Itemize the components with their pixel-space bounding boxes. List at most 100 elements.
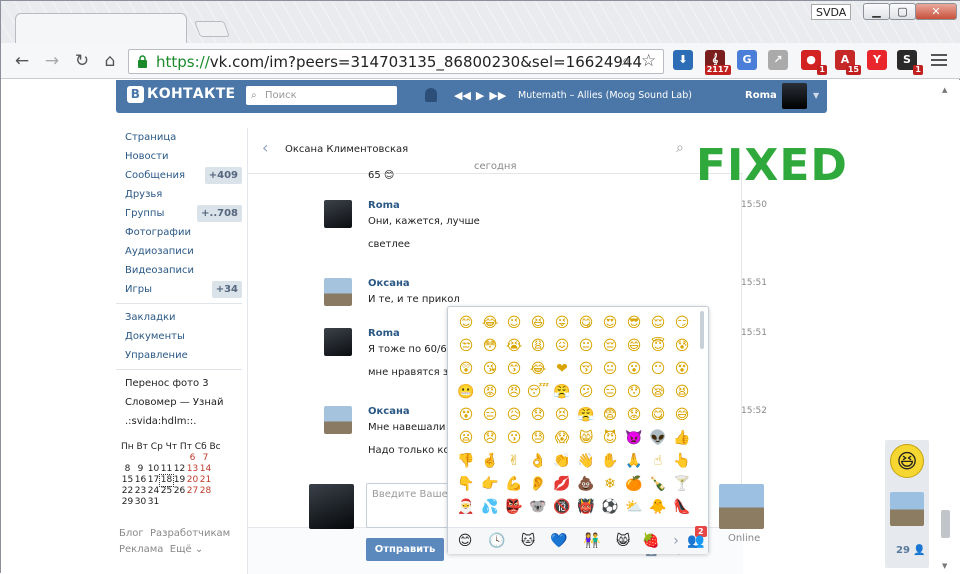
emoji-button[interactable]: 😇 (646, 335, 670, 358)
emoji-category-tab[interactable]: 🐱 (518, 531, 538, 551)
emoji-button[interactable]: 👂 (526, 473, 550, 496)
menu-icon[interactable] (931, 51, 947, 67)
dock-online-count[interactable]: 29 👤 (896, 545, 926, 556)
emoji-category-tab[interactable]: 🍓 (641, 531, 661, 551)
emoji-button[interactable]: 😐 (574, 335, 598, 358)
emoji-button[interactable]: 😜 (550, 312, 574, 335)
emoji-button[interactable]: ✌ (502, 450, 526, 473)
emoji-button[interactable]: 😪 (646, 381, 670, 404)
message-author[interactable]: Roma (368, 328, 400, 339)
avatar[interactable] (782, 83, 807, 109)
emoji-button[interactable]: 😅 (670, 404, 694, 427)
new-tab-button[interactable] (194, 21, 230, 37)
sidebar-item[interactable]: Закладки (116, 308, 242, 327)
emoji-button[interactable]: 😑 (598, 381, 622, 404)
emoji-button[interactable]: 😨 (598, 404, 622, 427)
emoji-button[interactable]: 😶 (646, 358, 670, 381)
emoji-button[interactable]: 😭 (502, 335, 526, 358)
back-arrow-icon[interactable]: ← (11, 50, 33, 72)
forward-arrow-icon[interactable]: → (41, 50, 63, 72)
footer-link-dev[interactable]: Разработчикам (150, 528, 230, 539)
emoji-button[interactable]: 😴 (526, 381, 550, 404)
back-chevron-icon[interactable]: ‹ (262, 138, 268, 157)
emoji-button[interactable]: 👆 (670, 450, 694, 473)
emoji-button[interactable]: 😊 (454, 312, 478, 335)
emoji-button[interactable]: 👽 (646, 427, 670, 450)
calendar-day[interactable]: 6 (186, 453, 199, 464)
emoji-button[interactable]: 😔 (598, 335, 622, 358)
vk-search-input[interactable]: ⌕ Поиск (246, 86, 397, 105)
avatar[interactable] (324, 278, 352, 306)
emoji-button[interactable]: 😥 (502, 404, 526, 427)
user-name[interactable]: Roma (745, 90, 777, 101)
emoji-button[interactable]: 😘 (478, 358, 502, 381)
prev-track-icon[interactable]: ◀◀ (454, 89, 471, 102)
emoji-button[interactable]: 😏 (670, 312, 694, 335)
emoji-button[interactable]: 😤 (574, 404, 598, 427)
message-author[interactable]: Оксана (368, 406, 410, 417)
calendar-day[interactable]: 26 (173, 486, 186, 497)
sidebar-item[interactable]: Игры +34 (116, 280, 242, 299)
calendar-day[interactable]: 24 (147, 486, 160, 497)
calendar-day[interactable]: 31 (147, 497, 160, 508)
emoji-button[interactable]: 😎 (622, 312, 646, 335)
calendar-day[interactable]: 29 (121, 497, 134, 508)
emoji-button[interactable]: 😵 (670, 358, 694, 381)
calendar-day[interactable]: 22 (121, 486, 134, 497)
emoji-category-tab[interactable]: › (666, 531, 686, 551)
emoji-button[interactable]: 😳 (478, 335, 502, 358)
emoji-button[interactable]: 😯 (622, 381, 646, 404)
emoji-button[interactable]: 😐 (598, 358, 622, 381)
calendar-day[interactable]: 14 (199, 464, 212, 475)
send-button[interactable]: Отправить (366, 538, 444, 561)
scroll-up-icon[interactable]: ▲ (942, 86, 947, 94)
calendar-day[interactable]: 20 (186, 475, 199, 486)
emoji-button[interactable]: 😂 (526, 358, 550, 381)
emoji-button[interactable]: 🍸 (670, 473, 694, 496)
emoji-button[interactable]: 😰 (670, 335, 694, 358)
emoji-button[interactable]: 😍 (598, 312, 622, 335)
search-icon[interactable]: ⌕ (622, 53, 630, 69)
emoji-button[interactable]: 🤞 (478, 450, 502, 473)
emoji-button[interactable]: 😕 (574, 381, 598, 404)
avatar[interactable] (324, 200, 352, 228)
scroll-down-icon[interactable]: ▼ (942, 562, 947, 570)
emoji-button[interactable]: 👉 (478, 473, 502, 496)
emoji-button[interactable]: 💋 (550, 473, 574, 496)
counter-badge[interactable]: +409 (204, 167, 242, 184)
sidebar-item[interactable]: Фотографии (116, 223, 242, 242)
browser-tab[interactable] (15, 13, 187, 43)
adblock-ext-icon[interactable]: ● 1 (801, 50, 827, 75)
calendar-day[interactable]: 19 (173, 475, 186, 486)
share-ext-icon[interactable]: ↗ (768, 50, 788, 70)
counter-badge[interactable]: +34 (211, 281, 242, 298)
emoji-button[interactable]: ❄ (598, 473, 622, 496)
emoji-button[interactable]: 👌 (526, 450, 550, 473)
sidebar-item[interactable]: Управление (116, 346, 242, 365)
emoji-category-tab[interactable]: 😸 (613, 531, 633, 551)
footer-link-ads[interactable]: Реклама (119, 544, 163, 555)
emoji-button[interactable]: 😬 (454, 381, 478, 404)
avatar[interactable] (719, 484, 764, 529)
emoji-button[interactable]: 😌 (646, 312, 670, 335)
emoji-button[interactable]: 😣 (550, 404, 574, 427)
emoji-button[interactable]: ❤ (550, 358, 574, 381)
scroll-thumb[interactable] (941, 510, 950, 538)
emoji-category-tab[interactable]: 🕓 (487, 531, 507, 551)
emoji-button[interactable]: 😚 (574, 358, 598, 381)
sidebar-item[interactable]: Сообщения +409 (116, 166, 242, 185)
emoji-category-tab[interactable]: 👫 (582, 531, 602, 551)
avatar[interactable] (324, 328, 352, 356)
calendar-day[interactable]: 27 (186, 486, 199, 497)
yandex-ext-icon[interactable]: Y (867, 50, 887, 70)
calendar-day[interactable]: 28 (199, 486, 212, 497)
track-title[interactable]: Mutemath – Allies (Moog Sound Lab) (518, 90, 692, 101)
footer-link-blog[interactable]: Блог (119, 528, 144, 539)
chevron-down-icon[interactable]: ▼ (813, 91, 819, 100)
emoji-scrollbar[interactable] (700, 311, 704, 349)
emoji-button[interactable]: 😵 (454, 404, 478, 427)
emoji-button[interactable]: 😠 (502, 381, 526, 404)
sidebar-item[interactable]: Новости (116, 147, 242, 166)
emoji-button[interactable]: 👍 (670, 427, 694, 450)
calendar-day[interactable]: 21 (199, 475, 212, 486)
